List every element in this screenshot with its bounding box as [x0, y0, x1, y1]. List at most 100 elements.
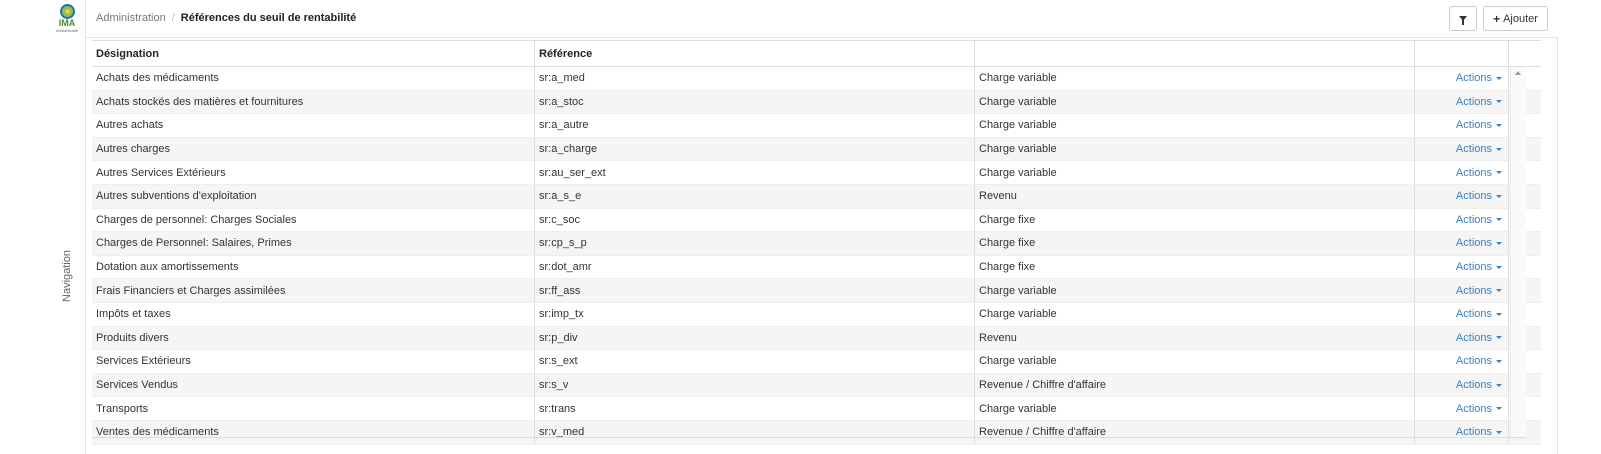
actions-dropdown[interactable]: Actions: [1456, 379, 1502, 391]
actions-dropdown[interactable]: Actions: [1456, 167, 1502, 179]
table-row[interactable]: Achats des médicaments sr:a_med Charge var…: [92, 67, 1541, 91]
plus-icon: +: [1493, 11, 1501, 26]
cell-designation: Impôts et taxes: [92, 302, 535, 326]
filter-button[interactable]: [1449, 6, 1477, 31]
cell-actions: Actions: [1415, 114, 1509, 137]
table-row[interactable]: Produits divers sr:p_div Revenu Actions: [92, 326, 1541, 351]
page-title: Références du seuil de rentabilité: [180, 12, 357, 24]
cell-reference: sr:s_v: [535, 373, 975, 397]
cell-type: Charge variable: [975, 397, 1415, 420]
actions-dropdown[interactable]: Actions: [1456, 119, 1502, 131]
actions-dropdown[interactable]: Actions: [1456, 72, 1502, 84]
table-row[interactable]: Autres Services Extérieurs sr:au_ser_ext C…: [92, 161, 1541, 185]
breadcrumb-separator: /: [171, 12, 175, 24]
actions-label: Actions: [1455, 72, 1492, 85]
caret-down-icon: [1496, 76, 1502, 80]
cell-actions: Actions: [1415, 208, 1509, 232]
actions-dropdown[interactable]: Actions: [1456, 261, 1502, 273]
table-row[interactable]: Achats stockés des matières et fournitur…: [92, 90, 1541, 115]
breadcrumb: Administration / Références du seuil de re…: [96, 12, 356, 24]
header-designation[interactable]: Désignation: [92, 41, 535, 66]
header-reference[interactable]: Référence: [535, 41, 975, 66]
cell-designation: Ventes des médicaments: [92, 420, 535, 444]
cell-designation: Transports: [92, 397, 535, 420]
table-row[interactable]: Services Vendus sr:s_v Revenue / Chiffre d…: [92, 373, 1541, 398]
caret-down-icon: [1496, 407, 1502, 411]
cell-type: Charge variable: [975, 90, 1415, 114]
app-logo[interactable]: IMA WorldHealth: [48, 0, 86, 38]
actions-dropdown[interactable]: Actions: [1456, 96, 1502, 108]
cell-reference: sr:a_s_e: [535, 184, 975, 208]
actions-label: Actions: [1455, 308, 1492, 321]
actions-dropdown[interactable]: Actions: [1456, 308, 1502, 320]
actions-label: Actions: [1455, 166, 1492, 179]
actions-label: Actions: [1455, 213, 1492, 226]
navigation-rail[interactable]: Navigation: [48, 38, 86, 454]
actions-dropdown[interactable]: Actions: [1456, 332, 1502, 344]
actions-dropdown[interactable]: Actions: [1456, 355, 1502, 367]
cell-designation: Autres achats: [92, 114, 535, 137]
actions-label: Actions: [1455, 190, 1492, 203]
cell-designation: Services Vendus: [92, 373, 535, 397]
navigation-label: Navigation: [61, 250, 74, 302]
table-row[interactable]: Ventes des médicaments sr:v_med Revenue / …: [92, 420, 1541, 445]
cell-type: Revenu: [975, 184, 1415, 208]
header-actions: [1415, 41, 1509, 66]
cell-reference: sr:s_ext: [535, 350, 975, 373]
cell-actions: Actions: [1415, 420, 1509, 444]
table-row[interactable]: Autres charges sr:a_charge Charge variable…: [92, 137, 1541, 162]
header-type[interactable]: [975, 41, 1415, 66]
table-row[interactable]: Autres subventions d'exploitation sr:a_s_…: [92, 184, 1541, 209]
cell-reference: sr:a_autre: [535, 114, 975, 137]
cell-actions: Actions: [1415, 302, 1509, 326]
grid-header: Désignation Référence: [92, 40, 1541, 67]
caret-down-icon: [1496, 289, 1502, 293]
cell-actions: Actions: [1415, 67, 1509, 90]
table-row[interactable]: Services Extérieurs sr:s_ext Charge variab…: [92, 350, 1541, 374]
actions-dropdown[interactable]: Actions: [1456, 237, 1502, 249]
caret-down-icon: [1496, 194, 1502, 198]
breadcrumb-root[interactable]: Administration: [96, 12, 166, 24]
actions-dropdown[interactable]: Actions: [1456, 214, 1502, 226]
cell-type: Charge variable: [975, 350, 1415, 373]
cell-actions: Actions: [1415, 184, 1509, 208]
cell-type: Charge variable: [975, 161, 1415, 184]
add-button[interactable]: + Ajouter: [1483, 6, 1548, 31]
table-row[interactable]: Transports sr:trans Charge variable Actions: [92, 397, 1541, 421]
navigation-label-wrap: Navigation: [48, 250, 86, 302]
cell-reference: sr:cp_s_p: [535, 232, 975, 255]
cell-designation: Achats stockés des matières et fournitur…: [92, 90, 535, 114]
cell-reference: sr:c_soc: [535, 208, 975, 232]
actions-dropdown[interactable]: Actions: [1456, 143, 1502, 155]
cell-type: Charge variable: [975, 137, 1415, 161]
table-row[interactable]: Impôts et taxes sr:imp_tx Charge variable A…: [92, 302, 1541, 327]
table-row[interactable]: Frais Financiers et Charges assimilées sr…: [92, 279, 1541, 303]
scroll-up-icon[interactable]: [1515, 71, 1521, 75]
cell-designation: Autres charges: [92, 137, 535, 161]
filter-icon: [1459, 16, 1467, 25]
cell-designation: Produits divers: [92, 326, 535, 350]
actions-label: Actions: [1455, 284, 1492, 297]
grid-scrollbar[interactable]: [1510, 67, 1526, 437]
actions-label: Actions: [1455, 143, 1492, 156]
actions-label: Actions: [1455, 95, 1492, 108]
table-row[interactable]: Charges de Personnel: Salaires, Primes sr…: [92, 232, 1541, 256]
table-row[interactable]: Charges de personnel: Charges Sociales sr…: [92, 208, 1541, 233]
actions-dropdown[interactable]: Actions: [1456, 403, 1502, 415]
table-row[interactable]: Dotation aux amortissements sr:dot_amr Cha…: [92, 255, 1541, 280]
cell-actions: Actions: [1415, 137, 1509, 161]
table-row[interactable]: Autres achats sr:a_autre Charge variable Ac…: [92, 114, 1541, 138]
caret-down-icon: [1496, 312, 1502, 316]
grid-body: Achats des médicaments sr:a_med Charge var…: [92, 67, 1541, 445]
cell-type: Charge variable: [975, 114, 1415, 137]
actions-dropdown[interactable]: Actions: [1456, 190, 1502, 202]
cell-actions: Actions: [1415, 279, 1509, 302]
actions-dropdown[interactable]: Actions: [1456, 285, 1502, 297]
cell-actions: Actions: [1415, 90, 1509, 114]
cell-type: Charge variable: [975, 302, 1415, 326]
cell-reference: sr:ff_ass: [535, 279, 975, 302]
caret-down-icon: [1496, 147, 1502, 151]
caret-down-icon: [1496, 359, 1502, 363]
grid-bottom-border: [92, 437, 1526, 438]
caret-down-icon: [1496, 218, 1502, 222]
